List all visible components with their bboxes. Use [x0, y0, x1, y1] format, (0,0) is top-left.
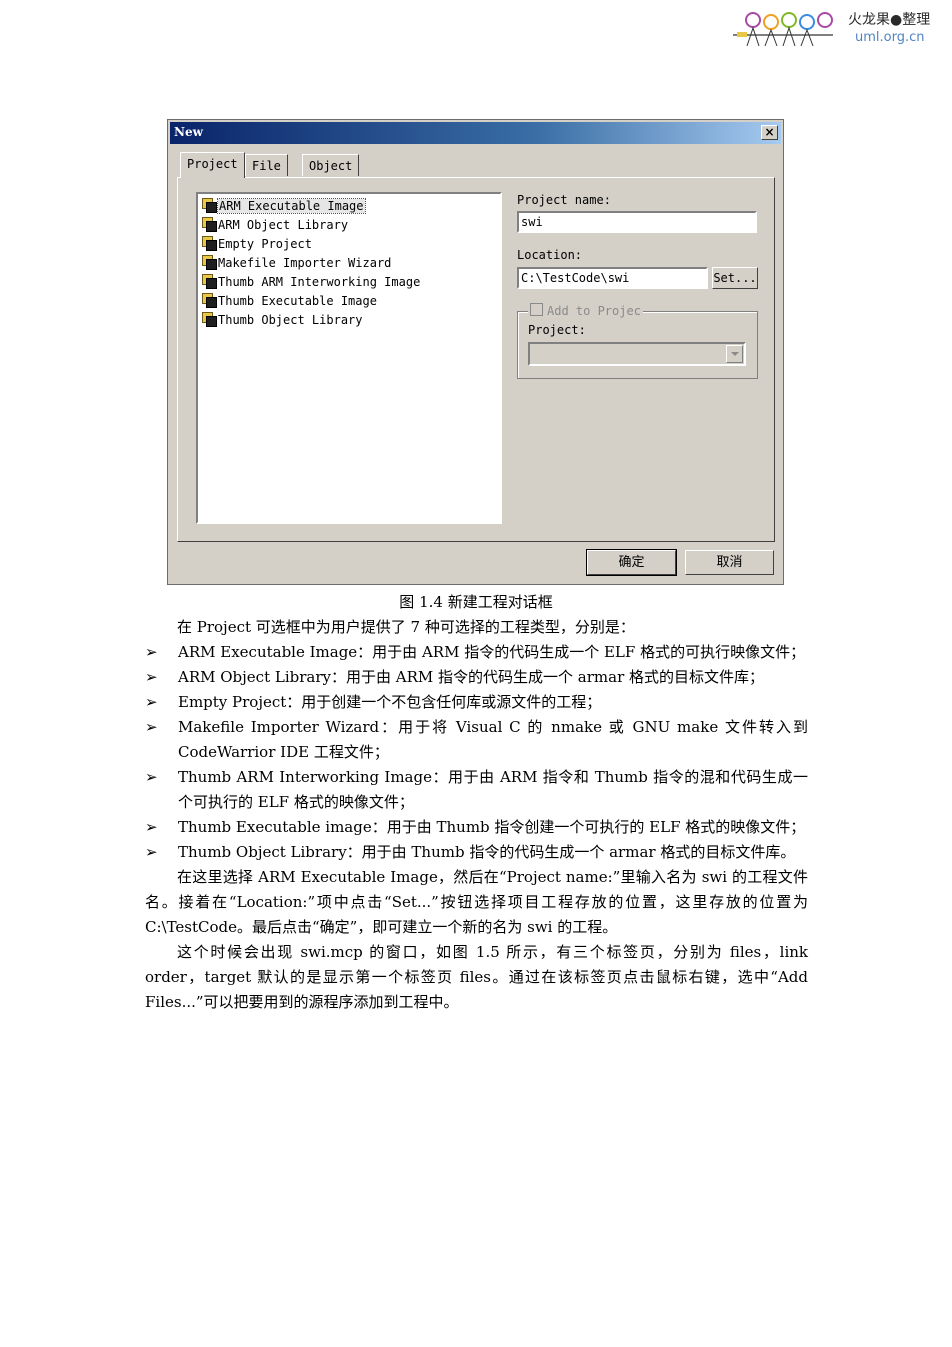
project-type-bullets: ➢ ARM Executable Image：用于由 ARM 指令的代码生成一个 … — [145, 640, 808, 865]
project-type-list[interactable]: ARM Executable Image ARM Object Library … — [196, 192, 502, 524]
project-icon — [202, 312, 217, 327]
project-icon — [202, 255, 217, 270]
bullet-arrow-icon: ➢ — [145, 718, 158, 736]
project-name-label: Project name: — [517, 193, 611, 207]
project-select[interactable] — [528, 342, 746, 366]
project-icon — [202, 198, 217, 213]
bullet-arrow-icon: ➢ — [145, 843, 158, 861]
list-item: ➢ ARM Object Library：用于由 ARM 指令的代码生成一个 ar… — [145, 665, 808, 690]
project-icon — [202, 293, 217, 308]
tab-file[interactable]: File — [245, 154, 288, 176]
list-item: ➢ Thumb ARM Interworking Image：用于由 ARM 指令… — [145, 765, 808, 815]
paragraph-select-project: 在这里选择 ARM Executable Image，然后在“Project n… — [145, 868, 808, 936]
project-label: Project: — [528, 323, 586, 337]
list-item[interactable]: Makefile Importer Wizard — [202, 254, 391, 272]
cancel-button[interactable]: 取消 — [685, 550, 774, 575]
list-item: ➢ ARM Executable Image：用于由 ARM 指令的代码生成一个 … — [145, 640, 808, 665]
logo-url[interactable]: uml.org.cn — [855, 30, 925, 45]
list-item[interactable]: Thumb Object Library — [202, 311, 363, 329]
list-item[interactable]: Thumb Executable Image — [202, 292, 377, 310]
list-item[interactable]: Thumb ARM Interworking Image — [202, 273, 420, 291]
set-button[interactable]: Set... — [712, 267, 758, 289]
bullet-arrow-icon: ➢ — [145, 768, 158, 786]
close-icon: × — [764, 125, 775, 139]
tab-object[interactable]: Object — [302, 154, 360, 176]
list-item: ➢ Empty Project：用于创建一个不包含任何库或源文件的工程； — [145, 690, 808, 715]
bullet-arrow-icon: ➢ — [145, 668, 158, 686]
list-item: ➢ Thumb Object Library：用于由 Thumb 指令的代码生成一… — [145, 840, 808, 865]
logo-text: 火龙果●整理 — [848, 12, 931, 28]
project-name-input[interactable]: swi — [517, 211, 757, 233]
intro-paragraph: 在 Project 可选框中为用户提供了 7 种可选择的工程类型，分别是： — [177, 618, 635, 636]
paragraph-mcp-window: 这个时候会出现 swi.mcp 的窗口，如图 1.5 所示，有三个标签页，分别为… — [145, 943, 808, 1011]
figure-caption: 图 1.4 新建工程对话框 — [399, 593, 553, 611]
bullet-arrow-icon: ➢ — [145, 643, 158, 661]
list-item[interactable]: ARM Executable Image — [202, 197, 366, 215]
add-to-project-label: Add to Projec — [547, 304, 641, 318]
list-item[interactable]: Empty Project — [202, 235, 312, 253]
chevron-down-icon[interactable] — [726, 345, 743, 363]
checkbox-icon — [530, 303, 543, 316]
dialog-title: New — [174, 125, 203, 139]
project-icon — [202, 274, 217, 289]
location-input[interactable]: C:\TestCode\swi — [517, 267, 708, 289]
project-icon — [202, 217, 217, 232]
title-bar[interactable]: New × — [170, 122, 781, 144]
add-to-project-checkbox[interactable]: Add to Projec — [528, 303, 643, 318]
location-label: Location: — [517, 248, 583, 262]
bullet-arrow-icon: ➢ — [145, 693, 158, 711]
ok-button[interactable]: 确定 — [586, 549, 677, 576]
close-button[interactable]: × — [761, 125, 778, 140]
bullet-arrow-icon: ➢ — [145, 818, 158, 836]
list-item: ➢ Thumb Executable image：用于由 Thumb 指令创建一个… — [145, 815, 808, 840]
project-icon — [202, 236, 217, 251]
tab-project[interactable]: Project — [180, 152, 245, 178]
list-item: ➢ Makefile Importer Wizard：用于将 Visual C 的… — [145, 715, 808, 765]
new-dialog: New × Project File Object ARM Executable… — [167, 119, 784, 585]
list-item[interactable]: ARM Object Library — [202, 216, 348, 234]
